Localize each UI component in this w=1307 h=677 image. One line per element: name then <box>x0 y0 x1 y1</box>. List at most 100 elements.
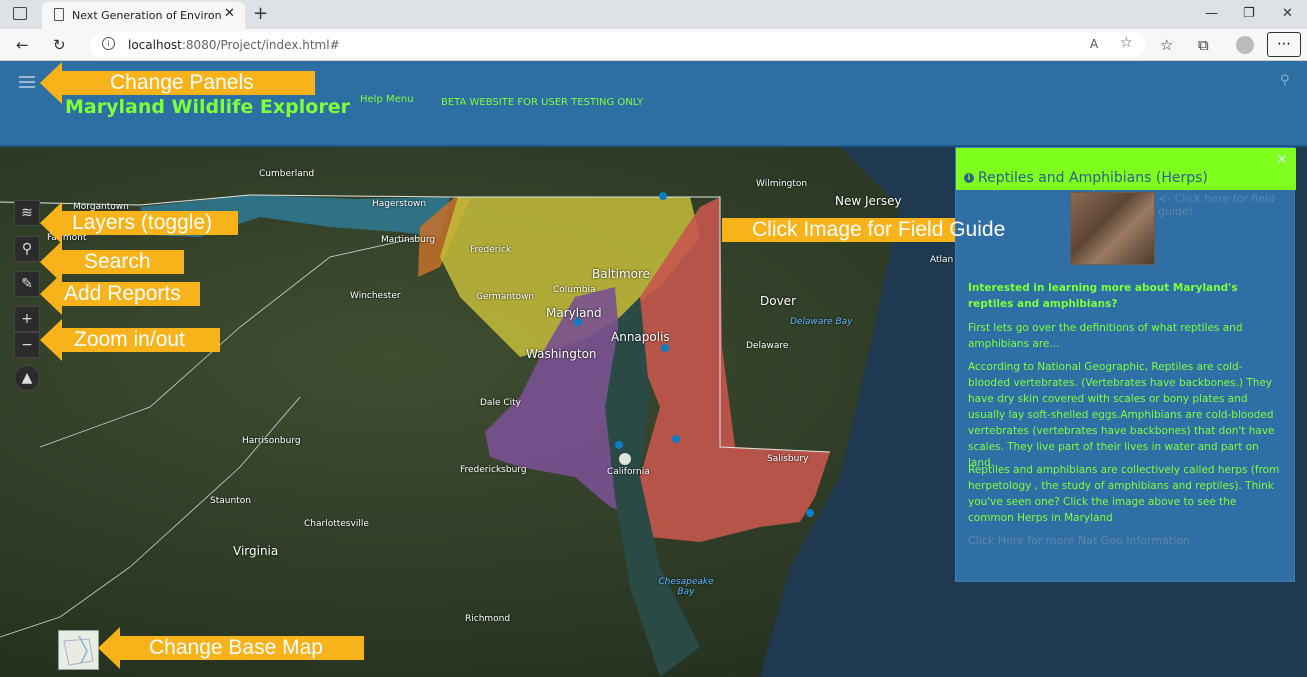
layers-button[interactable]: ≋ <box>14 200 40 226</box>
label-delaware-bay: Delaware Bay <box>790 317 853 327</box>
map-pin[interactable] <box>615 441 623 449</box>
tab-title: Next Generation of Environment <box>72 9 222 22</box>
label-harrisonburg: Harrisonburg <box>242 436 301 446</box>
label-dale-city: Dale City <box>480 398 521 408</box>
label-winchester: Winchester <box>350 291 401 301</box>
url-path: :8080/Project/index.html# <box>181 38 340 52</box>
field-guide-hint[interactable]: <- Click here for field guide! <box>1158 192 1278 218</box>
annotation-base-map: Change Base Map <box>98 627 364 669</box>
profile-avatar[interactable] <box>1236 36 1254 54</box>
panel-herps: Reptiles and amphibians are collectively… <box>968 464 1280 524</box>
header-search-icon[interactable]: ⚲ <box>1280 73 1290 88</box>
panel-description: According to National Geographic, Reptil… <box>968 361 1275 469</box>
label-cumberland: Cumberland <box>259 169 315 179</box>
annotation-change-panels: Change Panels <box>40 62 315 104</box>
more-menu-button[interactable]: ⋯ <box>1267 32 1301 57</box>
label-annapolis: Annapolis <box>611 330 670 344</box>
map-pin[interactable] <box>672 435 680 443</box>
panel-definitions: First lets go over the definitions of wh… <box>968 322 1243 350</box>
annotation-zoom: Zoom in/out <box>40 319 220 361</box>
back-arrow-icon[interactable]: ← <box>16 36 29 54</box>
annotation-text: Click Image for Field Guide <box>752 218 1006 241</box>
label-hagerstown: Hagerstown <box>372 199 427 209</box>
search-button[interactable]: ⚲ <box>14 236 40 262</box>
map-pin[interactable] <box>806 509 814 517</box>
favorite-add-icon[interactable]: ☆ <box>1120 35 1133 51</box>
label-staunton: Staunton <box>210 496 251 506</box>
label-germantown: Germantown <box>476 292 535 302</box>
plus-icon: + <box>21 311 33 327</box>
close-icon[interactable]: ✕ <box>1276 152 1288 168</box>
california-marker[interactable] <box>619 453 631 465</box>
collections-icon[interactable]: ⧉ <box>1198 36 1209 54</box>
reload-icon[interactable]: ↻ <box>53 36 66 54</box>
minus-icon: − <box>21 337 33 353</box>
map-pin[interactable] <box>659 192 667 200</box>
info-icon: i <box>964 173 974 183</box>
label-california: California <box>607 467 650 477</box>
page-icon <box>54 8 64 21</box>
label-salisbury: Salisbury <box>767 454 809 464</box>
annotation-text: Add Reports <box>64 282 181 305</box>
address-bar-row: ← ↻ i localhost:8080/Project/index.html#… <box>0 29 1307 61</box>
label-charlottesville: Charlottesville <box>304 519 369 529</box>
minimize-button[interactable]: — <box>1205 6 1218 21</box>
field-guide-image[interactable] <box>1070 192 1155 265</box>
info-panel: i Reptiles and Amphibians (Herps) ✕ <- C… <box>955 147 1296 582</box>
compass-button[interactable]: ▲ <box>14 365 40 391</box>
annotation-search: Search <box>40 241 184 283</box>
zoom-in-button[interactable]: + <box>14 306 40 332</box>
layers-icon: ≋ <box>21 205 33 221</box>
beta-notice: BETA WEBSITE FOR USER TESTING ONLY <box>441 97 644 108</box>
annotation-field-guide: Click Image for Field Guide <box>722 209 1059 251</box>
add-report-button[interactable]: ✎ <box>14 271 40 297</box>
map-pin[interactable] <box>661 344 669 352</box>
label-martinsburg: Martinsburg <box>381 235 436 245</box>
annotation-text: Change Base Map <box>149 636 323 659</box>
label-fredericksburg: Fredericksburg <box>460 465 527 475</box>
browser-tab-bar: Next Generation of Environment ✕ + — ❐ ✕ <box>0 0 1307 29</box>
label-atlantic: Atlan <box>930 255 954 265</box>
annotation-text: Change Panels <box>110 71 254 94</box>
label-new-jersey: New Jersey <box>835 194 902 208</box>
natgeo-link[interactable]: Click Here for more Nat Geo Information <box>968 534 1190 547</box>
url-host: localhost <box>128 38 182 52</box>
favorites-icon[interactable]: ☆ <box>1160 36 1173 54</box>
label-wilmington: Wilmington <box>756 179 808 189</box>
tab-actions-icon[interactable] <box>13 7 27 20</box>
label-frederick: Frederick <box>470 245 512 255</box>
annotation-text: Zoom in/out <box>74 328 185 351</box>
address-bar[interactable]: i localhost:8080/Project/index.html# A ☆ <box>90 32 1145 58</box>
label-columbia: Columbia <box>553 285 596 295</box>
annotation-add-reports: Add Reports <box>40 273 200 315</box>
search-icon: ⚲ <box>21 241 33 257</box>
url-text: localhost:8080/Project/index.html# <box>128 38 340 52</box>
label-washington: Washington <box>526 347 597 361</box>
basemap-toggle[interactable] <box>58 630 99 670</box>
browser-tab[interactable]: Next Generation of Environment ✕ <box>42 2 245 29</box>
label-chesapeake-bay: Chesapeake Bay <box>658 577 714 597</box>
compass-icon: ▲ <box>21 370 33 386</box>
annotation-layers: Layers (toggle) <box>40 202 238 244</box>
pencil-icon: ✎ <box>21 276 33 292</box>
label-dover: Dover <box>760 294 796 308</box>
panel-intro: Interested in learning more about Maryla… <box>968 282 1238 310</box>
help-menu-link[interactable]: Help Menu <box>360 94 413 105</box>
tab-close-icon[interactable]: ✕ <box>224 6 235 21</box>
read-aloud-icon[interactable]: A <box>1090 37 1098 51</box>
annotation-text: Search <box>84 250 151 273</box>
panel-header: i Reptiles and Amphibians (Herps) ✕ <box>956 148 1296 190</box>
app-title: Maryland Wildlife Explorer <box>65 96 350 118</box>
label-delaware: Delaware <box>746 341 789 351</box>
label-virginia: Virginia <box>233 544 279 558</box>
site-info-icon[interactable]: i <box>102 37 115 50</box>
label-richmond: Richmond <box>465 614 511 624</box>
label-maryland: Maryland <box>546 306 602 320</box>
more-icon: ⋯ <box>1277 36 1291 52</box>
zoom-out-button[interactable]: − <box>14 332 40 358</box>
new-tab-button[interactable]: + <box>253 3 268 24</box>
close-window-button[interactable]: ✕ <box>1282 6 1293 21</box>
maximize-button[interactable]: ❐ <box>1243 6 1255 21</box>
label-baltimore: Baltimore <box>592 267 651 281</box>
hamburger-menu-icon[interactable] <box>19 76 35 88</box>
